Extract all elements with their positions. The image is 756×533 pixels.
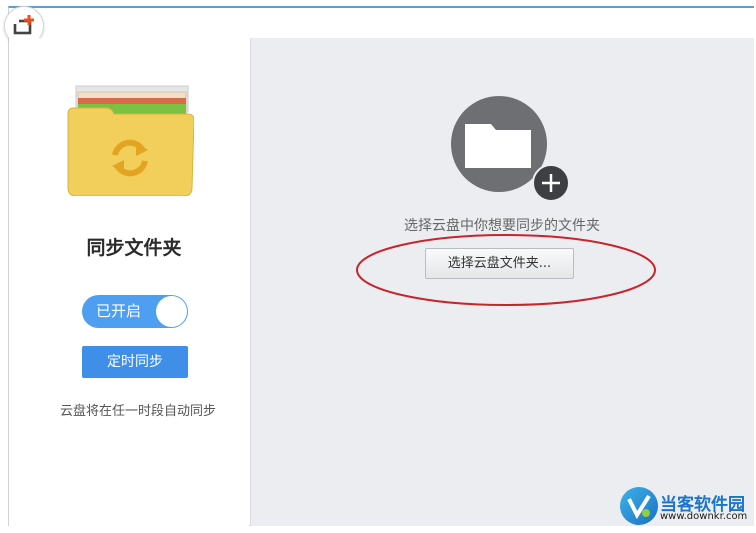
watermark: 当客软件园 www.downkr.com (620, 487, 756, 527)
toggle-label: 已开启 (96, 302, 142, 320)
sync-toggle[interactable]: 已开启 (82, 295, 188, 328)
annotation-ellipse (356, 234, 656, 306)
sidebar-title: 同步文件夹 (86, 237, 182, 259)
plus-icon[interactable] (532, 164, 570, 202)
watermark-logo-icon (620, 487, 658, 525)
toggle-knob (156, 296, 187, 327)
sync-folder-icon (67, 85, 194, 196)
scheduled-sync-button[interactable]: 定时同步 (82, 346, 188, 378)
watermark-url: www.downkr.com (660, 511, 748, 522)
sidebar-hint: 云盘将在任一时段自动同步 (59, 404, 216, 419)
